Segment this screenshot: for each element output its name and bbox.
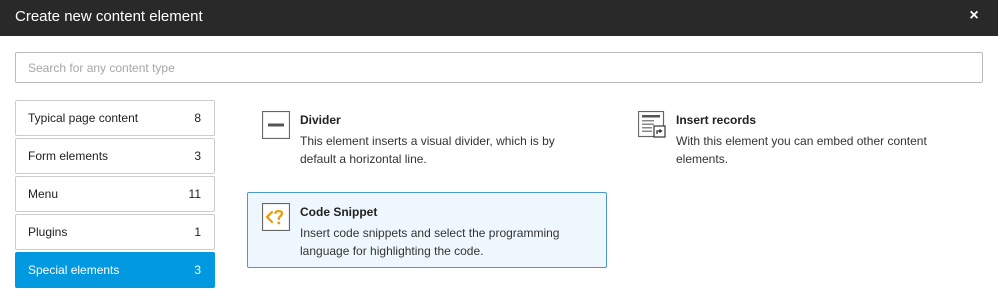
content-element-insert-records[interactable]: Insert records With this element you can…	[623, 100, 983, 176]
tab-typical-page-content[interactable]: Typical page content 8	[15, 100, 215, 136]
insert-records-icon	[637, 110, 666, 139]
tab-menu[interactable]: Menu 11	[15, 176, 215, 212]
element-title: Divider	[300, 113, 341, 127]
tab-label: Menu	[28, 187, 59, 201]
element-description: Insert code snippets and select the prog…	[300, 226, 560, 258]
tab-count: 8	[194, 111, 201, 125]
modal-title: Create new content element	[15, 8, 203, 25]
tab-count: 3	[194, 149, 201, 163]
modal-header: Create new content element ×	[0, 0, 998, 36]
search-input[interactable]	[15, 52, 983, 83]
tab-count: 11	[188, 187, 201, 201]
content-element-code-snippet[interactable]: Code Snippet Insert code snippets and se…	[247, 192, 607, 268]
category-tabs: Typical page content 8 Form elements 3 M…	[15, 100, 215, 290]
tab-count: 1	[194, 225, 201, 239]
content-element-divider[interactable]: Divider This element inserts a visual di…	[247, 100, 607, 176]
tab-plugins[interactable]: Plugins 1	[15, 214, 215, 250]
code-snippet-icon	[261, 202, 291, 232]
element-description: This element inserts a visual divider, w…	[300, 134, 555, 166]
tab-label: Plugins	[28, 225, 68, 239]
element-title: Insert records	[676, 113, 757, 127]
close-icon[interactable]: ×	[968, 8, 980, 24]
element-title: Code Snippet	[300, 205, 378, 219]
tab-form-elements[interactable]: Form elements 3	[15, 138, 215, 174]
tab-count: 3	[194, 263, 201, 277]
divider-icon	[261, 110, 291, 140]
tab-label: Form elements	[28, 149, 109, 163]
tab-special-elements[interactable]: Special elements 3	[15, 252, 215, 288]
tab-label: Typical page content	[28, 111, 139, 125]
tab-label: Special elements	[28, 263, 120, 277]
element-description: With this element you can embed other co…	[676, 134, 927, 166]
